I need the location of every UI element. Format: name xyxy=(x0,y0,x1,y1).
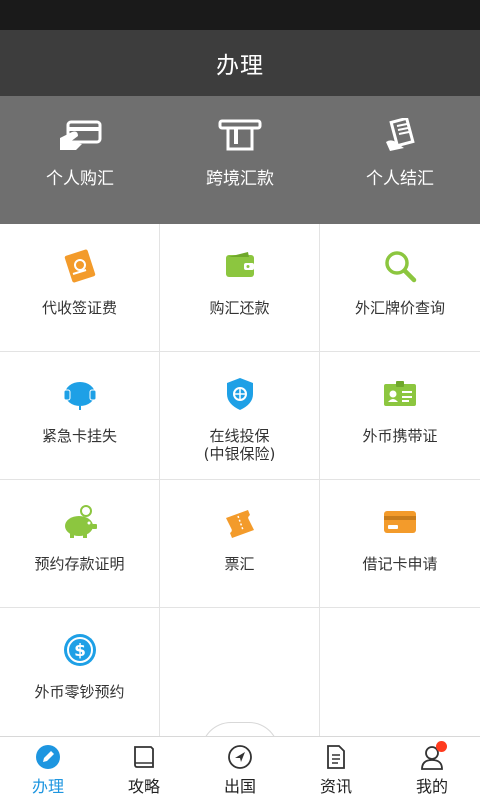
service-label: 借记卡申请 xyxy=(362,555,438,573)
grid-row: $ 外币零钞预约 xyxy=(0,608,480,736)
tab-news[interactable]: 资讯 xyxy=(288,737,384,800)
service-demand-draft[interactable]: 票汇 xyxy=(160,480,320,608)
service-purchase-repay[interactable]: 购汇还款 xyxy=(160,224,320,352)
service-report-lost-card[interactable]: 紧急卡挂失 xyxy=(0,352,160,480)
piggy-bank-icon xyxy=(62,504,98,540)
service-label: 票汇 xyxy=(224,555,255,573)
book-icon xyxy=(134,746,154,768)
atm-card-icon xyxy=(218,119,262,151)
service-visa-fee[interactable]: 代收签证费 xyxy=(0,224,160,352)
status-bar xyxy=(0,0,480,30)
svg-text:$: $ xyxy=(74,641,86,661)
hand-card-icon xyxy=(60,120,102,150)
service-debit-card-apply[interactable]: 借记卡申请 xyxy=(320,480,480,608)
bottom-tab-bar: 办理 攻略 出国 资讯 我的 xyxy=(0,736,480,800)
notification-badge xyxy=(436,741,447,752)
document-icon xyxy=(327,745,345,769)
bank-card-icon xyxy=(382,504,418,540)
quick-action-cross-border-remit[interactable]: 跨境汇款 xyxy=(160,96,320,224)
service-label: 在线投保 xyxy=(209,427,270,445)
service-label: 紧急卡挂失 xyxy=(41,427,117,445)
service-label: 外汇牌价查询 xyxy=(354,299,445,317)
grid-row: 紧急卡挂失 在线投保 (中银保险) 外币携带证 xyxy=(0,352,480,480)
page-title: 办理 xyxy=(216,53,264,79)
service-label: 外币零钞预约 xyxy=(34,683,125,701)
quick-action-label: 个人结汇 xyxy=(366,169,434,189)
service-small-change-booking[interactable]: $ 外币零钞预约 xyxy=(0,608,160,736)
services-grid: 代收签证费 购汇还款 外汇牌价查询 紧急卡挂失 在线投保 (中银保险) 外币携带… xyxy=(0,224,480,736)
quick-action-label: 个人购汇 xyxy=(46,169,114,189)
tab-label: 出国 xyxy=(223,777,256,796)
magnifier-icon xyxy=(382,248,418,284)
id-card-icon xyxy=(382,376,418,412)
tab-mine[interactable]: 我的 xyxy=(384,737,480,800)
service-label: 购汇还款 xyxy=(209,299,270,317)
passport-icon xyxy=(62,248,98,284)
tab-label: 办理 xyxy=(31,777,64,796)
wallet-icon xyxy=(222,248,258,284)
receipt-hand-icon xyxy=(386,118,415,151)
service-sublabel: (中银保险) xyxy=(203,445,276,463)
service-deposit-proof-booking[interactable]: 预约存款证明 xyxy=(0,480,160,608)
service-exchange-rate-query[interactable]: 外汇牌价查询 xyxy=(320,224,480,352)
empty-cell xyxy=(160,608,320,736)
dollar-coin-icon: $ xyxy=(62,632,98,668)
ticket-icon xyxy=(222,504,258,540)
grid-row: 预约存款证明 票汇 借记卡申请 xyxy=(0,480,480,608)
quick-action-label: 跨境汇款 xyxy=(206,169,274,189)
tab-guide[interactable]: 攻略 xyxy=(96,737,192,800)
tab-label: 我的 xyxy=(415,777,448,796)
shield-icon xyxy=(222,376,258,412)
service-label: 代收签证费 xyxy=(41,299,117,317)
service-online-insurance[interactable]: 在线投保 (中银保险) xyxy=(160,352,320,480)
pen-icon xyxy=(36,745,60,769)
service-label: 预约存款证明 xyxy=(34,555,125,573)
tab-handle[interactable]: 办理 xyxy=(0,737,96,800)
headset-icon xyxy=(62,376,98,412)
quick-action-settle-forex[interactable]: 个人结汇 xyxy=(320,96,480,224)
service-currency-carry-cert[interactable]: 外币携带证 xyxy=(320,352,480,480)
quick-action-buy-forex[interactable]: 个人购汇 xyxy=(0,96,160,224)
grid-row: 代收签证费 购汇还款 外汇牌价查询 xyxy=(0,224,480,352)
tab-label: 资讯 xyxy=(319,777,352,796)
title-bar: 办理 xyxy=(0,30,480,96)
tab-go-abroad[interactable]: 出国 xyxy=(192,737,288,800)
quick-actions-bar: 个人购汇 跨境汇款 个人结汇 xyxy=(0,96,480,224)
tab-label: 攻略 xyxy=(127,777,160,796)
empty-cell xyxy=(320,608,480,736)
service-label: 外币携带证 xyxy=(362,427,438,445)
compass-icon xyxy=(228,745,252,769)
